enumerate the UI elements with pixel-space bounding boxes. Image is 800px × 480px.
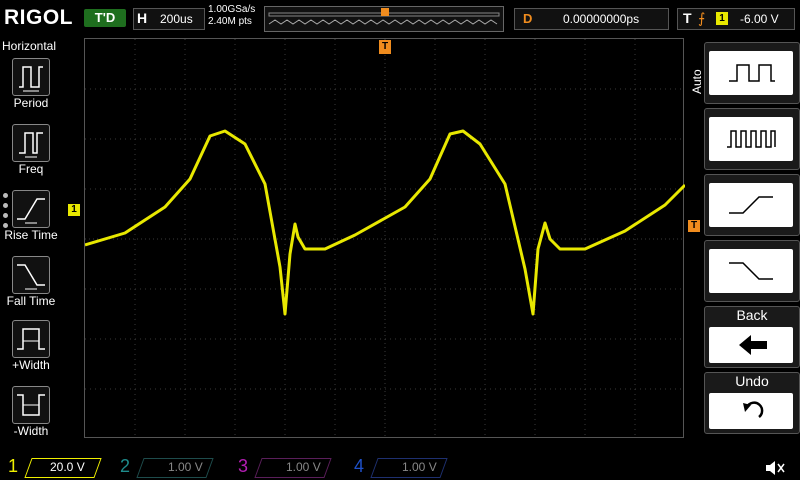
acquisition-info: 1.00GSa/s 2.40M pts	[208, 4, 255, 28]
delay-label: D	[523, 11, 533, 26]
pulse-train-icon	[709, 117, 793, 161]
channel-2-number: 2	[120, 456, 131, 476]
channel-3-tab[interactable]: 3 1.00 V	[230, 456, 340, 478]
channel-1-tab[interactable]: 1 20.0 V	[0, 456, 110, 478]
waveform-graticule	[84, 39, 687, 439]
memory-depth: 2.40M pts	[208, 16, 252, 27]
rise-time-icon	[12, 190, 50, 228]
undo-label: Undo	[735, 373, 769, 389]
delay-box[interactable]: D 0.00000000ps	[514, 8, 669, 30]
top-status-bar: RIGOL T'D H 200us 1.00GSa/s 2.40M pts D …	[0, 0, 800, 36]
channel-4-scale: 1.00 V	[402, 460, 437, 474]
measure-negative-width-button[interactable]: -Width	[0, 384, 62, 448]
ch1-waveform-trace	[84, 129, 687, 316]
trigger-position-marker	[381, 8, 389, 16]
rising-edge-trigger-icon: ⨍	[698, 10, 706, 26]
undo-icon	[709, 393, 793, 429]
grid-lines	[85, 39, 685, 439]
waveform-display[interactable]	[84, 38, 687, 439]
square-wave-icon	[709, 51, 793, 95]
brand-logo: RIGOL	[4, 6, 73, 29]
channel-2-tab[interactable]: 2 1.00 V	[112, 456, 222, 478]
measure-rise-time-button[interactable]: Rise Time	[0, 188, 62, 252]
timebase-label: H	[137, 10, 148, 26]
channel-1-scale: 20.0 V	[50, 460, 85, 474]
run-state-indicator[interactable]: T'D	[84, 9, 126, 27]
measure-period-button[interactable]: Period	[0, 56, 62, 120]
falling-edge-button[interactable]	[704, 240, 800, 302]
channel-2-scale: 1.00 V	[168, 460, 203, 474]
trigger-source-channel: 1	[716, 12, 728, 25]
frequency-icon	[12, 124, 50, 162]
undo-button[interactable]: Undo	[704, 372, 800, 434]
delay-value: 0.00000000ps	[563, 12, 640, 26]
channel-4-tab[interactable]: 4 1.00 V	[346, 456, 456, 478]
measure-rise-time-label: Rise Time	[4, 228, 58, 242]
falling-edge-icon	[709, 249, 793, 293]
measure-fall-time-label: Fall Time	[6, 294, 56, 308]
sound-muted-icon[interactable]	[764, 460, 786, 479]
channel-3-scale: 1.00 V	[286, 460, 321, 474]
measure-fall-time-button[interactable]: Fall Time	[0, 254, 62, 318]
sample-rate: 1.00GSa/s	[208, 4, 256, 15]
timebase-value: 200us	[160, 12, 193, 26]
measure-panel: Horizontal Period Freq Rise Time Fall Ti…	[0, 36, 62, 454]
channel-4-number: 4	[354, 456, 365, 476]
square-wave-button[interactable]	[704, 42, 800, 104]
fall-time-icon	[12, 256, 50, 294]
measure-period-label: Period	[13, 96, 49, 110]
measure-positive-width-label: +Width	[12, 358, 50, 372]
rising-edge-button[interactable]	[704, 174, 800, 236]
positive-width-icon	[12, 320, 50, 358]
timebase-box[interactable]: H 200us	[133, 8, 205, 30]
channel-1-number: 1	[8, 456, 19, 476]
trigger-box[interactable]: T ⨍ 1 -6.00 V	[677, 8, 795, 30]
sweep-mode-label: Auto	[690, 69, 704, 94]
back-label: Back	[736, 307, 768, 323]
measure-negative-width-label: -Width	[13, 424, 49, 438]
back-button[interactable]: Back	[704, 306, 800, 368]
pulse-train-button[interactable]	[704, 108, 800, 170]
negative-width-icon	[12, 386, 50, 424]
trigger-menu: Auto Back Undo	[686, 38, 800, 450]
back-arrow-icon	[709, 327, 793, 363]
rising-edge-icon	[709, 183, 793, 227]
period-icon	[12, 58, 50, 96]
trigger-label: T	[683, 10, 692, 26]
measure-positive-width-button[interactable]: +Width	[0, 318, 62, 382]
ch1-offset-marker[interactable]: 1	[68, 204, 80, 216]
trigger-level: -6.00 V	[740, 12, 779, 26]
channel-3-number: 3	[238, 456, 249, 476]
measure-freq-button[interactable]: Freq	[0, 122, 62, 186]
trigger-time-marker[interactable]: T	[379, 40, 391, 54]
measure-freq-label: Freq	[18, 162, 44, 176]
channel-status-bar: 1 20.0 V 2 1.00 V 3 1.00 V 4 1.00 V	[0, 454, 800, 480]
panel-title: Horizontal	[2, 39, 57, 53]
